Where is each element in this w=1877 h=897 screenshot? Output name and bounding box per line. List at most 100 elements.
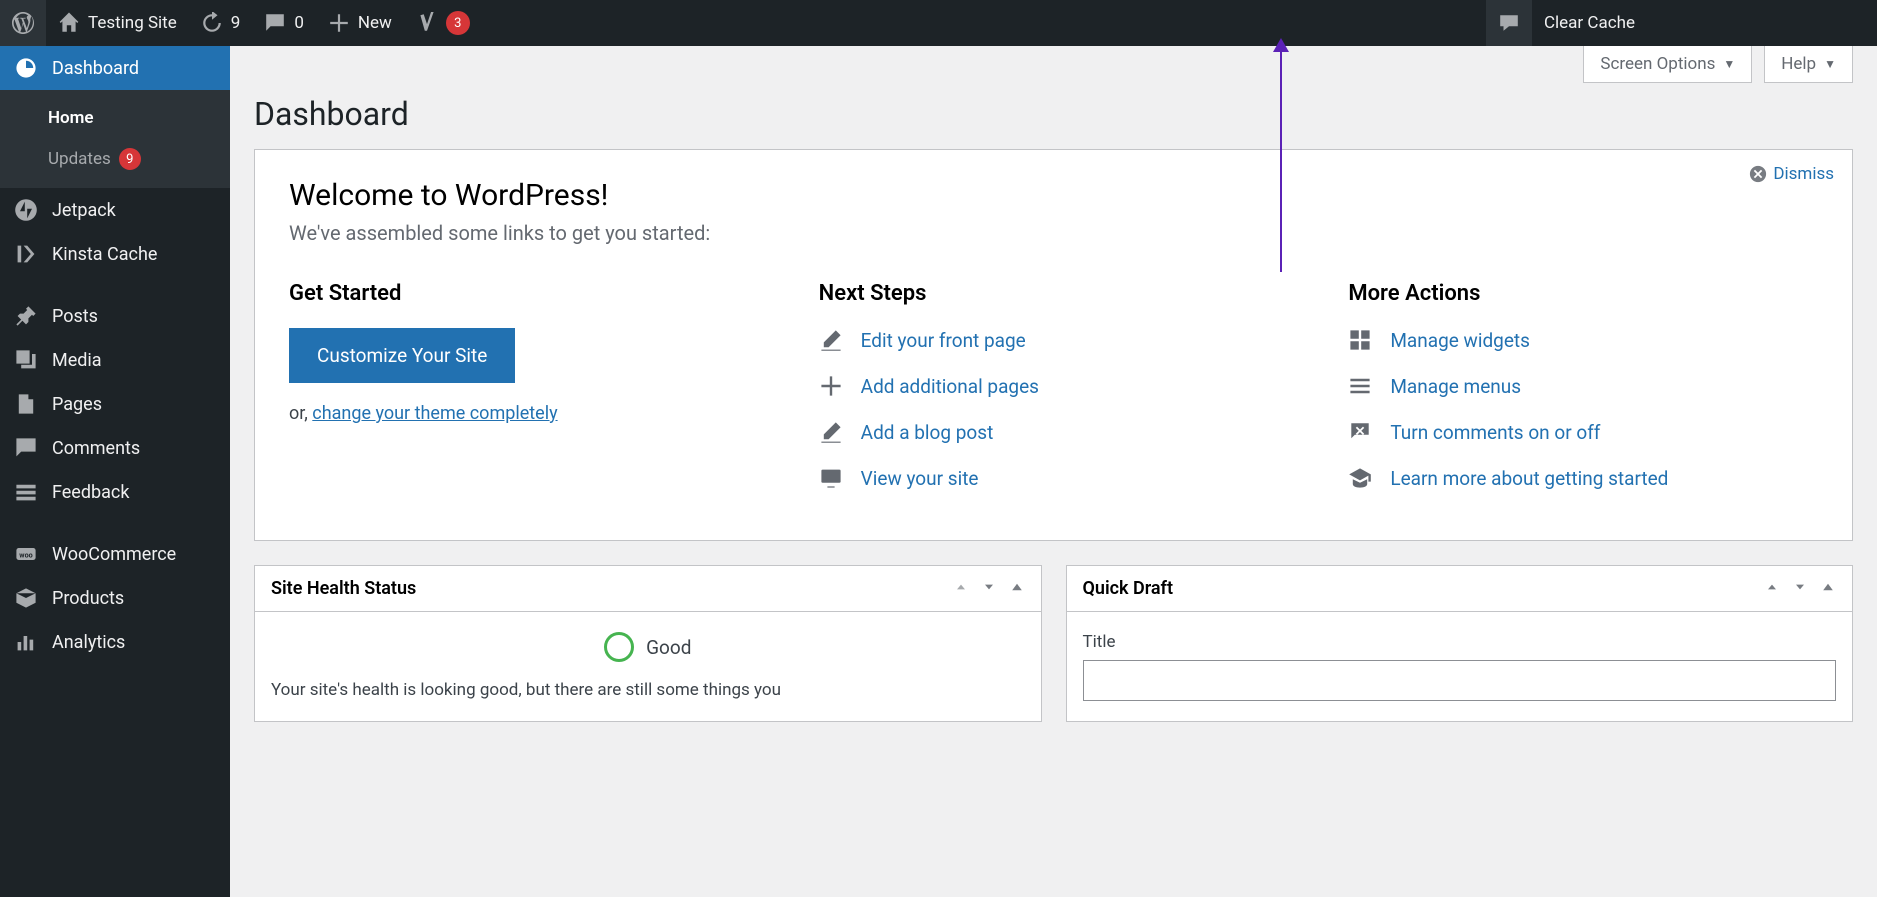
- help-tab[interactable]: Help ▼: [1764, 46, 1853, 83]
- toggle-button[interactable]: [1820, 579, 1836, 599]
- notification-menu[interactable]: [1486, 0, 1532, 46]
- clear-cache-button[interactable]: Clear Cache: [1532, 0, 1647, 46]
- screen-icon: [819, 466, 843, 490]
- admin-sidebar: Dashboard Home Updates 9 Jetpack Kinsta …: [0, 46, 230, 897]
- sidebar-item-dashboard[interactable]: Dashboard: [0, 46, 230, 90]
- jetpack-icon: [14, 198, 38, 222]
- arrow-annotation: [1280, 42, 1282, 272]
- wp-logo-menu[interactable]: [0, 0, 46, 46]
- dismiss-button[interactable]: Dismiss: [1749, 164, 1834, 184]
- sidebar-item-jetpack[interactable]: Jetpack: [0, 188, 230, 232]
- clear-cache-label: Clear Cache: [1544, 13, 1635, 33]
- sidebar-item-feedback[interactable]: Feedback: [0, 470, 230, 514]
- menu-icon: [1348, 374, 1372, 398]
- site-name-label: Testing Site: [88, 13, 177, 33]
- sidebar-item-analytics[interactable]: Analytics: [0, 620, 230, 664]
- yoast-icon: [416, 12, 438, 34]
- comment-icon: [264, 12, 286, 34]
- comments-icon: [14, 436, 38, 460]
- dashboard-icon: [14, 56, 38, 80]
- home-icon: [58, 12, 80, 34]
- feedback-icon: [14, 480, 38, 504]
- getstarted-heading: Get Started: [289, 281, 759, 306]
- link-add-pages[interactable]: Add additional pages: [819, 374, 1289, 398]
- chevron-up-icon: [1764, 579, 1780, 595]
- link-learn-more[interactable]: Learn more about getting started: [1348, 466, 1818, 490]
- yoast-badge: 3: [446, 11, 470, 35]
- sidebar-item-posts[interactable]: Posts: [0, 294, 230, 338]
- chevron-down-icon: [1792, 579, 1808, 595]
- chevron-down-icon: ▼: [1723, 57, 1735, 71]
- plus-icon: [328, 12, 350, 34]
- triangle-up-icon: [1009, 579, 1025, 595]
- site-health-widget: Site Health Status Good Your site's heal…: [254, 565, 1042, 722]
- analytics-icon: [14, 630, 38, 654]
- site-name-menu[interactable]: Testing Site: [46, 0, 189, 46]
- customize-site-button[interactable]: Customize Your Site: [289, 328, 515, 383]
- adminbar-left: Testing Site 9 0 New 3: [0, 0, 482, 46]
- link-add-blog-post[interactable]: Add a blog post: [819, 420, 1289, 444]
- quick-draft-title-label: Title: [1083, 632, 1837, 652]
- screen-options-tab[interactable]: Screen Options ▼: [1583, 46, 1752, 83]
- move-down-button[interactable]: [1792, 579, 1808, 599]
- svg-text:woo: woo: [19, 551, 32, 560]
- pages-icon: [14, 392, 38, 416]
- new-content-menu[interactable]: New: [316, 0, 404, 46]
- welcome-col-moreactions: More Actions Manage widgets Manage menus…: [1348, 281, 1818, 512]
- updates-badge: 9: [119, 148, 141, 170]
- updates-count-label: 9: [231, 13, 241, 33]
- welcome-title: Welcome to WordPress!: [289, 178, 1818, 213]
- change-theme-link[interactable]: change your theme completely: [312, 403, 557, 424]
- welcome-col-nextsteps: Next Steps Edit your front page Add addi…: [819, 281, 1289, 512]
- dashboard-submenu: Home Updates 9: [0, 90, 230, 188]
- sidebar-sub-updates[interactable]: Updates 9: [0, 138, 230, 180]
- admin-toolbar: Testing Site 9 0 New 3 Clear Cache: [0, 0, 1877, 46]
- sidebar-item-kinsta-cache[interactable]: Kinsta Cache: [0, 232, 230, 276]
- chevron-up-icon: [953, 579, 969, 595]
- updates-menu[interactable]: 9: [189, 0, 253, 46]
- plus-icon: [819, 374, 843, 398]
- move-down-button[interactable]: [981, 579, 997, 599]
- welcome-panel: Dismiss Welcome to WordPress! We've asse…: [254, 149, 1853, 541]
- widgets-icon: [1348, 328, 1372, 352]
- health-status-row: Good: [271, 632, 1025, 662]
- sidebar-item-products[interactable]: Products: [0, 576, 230, 620]
- welcome-col-getstarted: Get Started Customize Your Site or, chan…: [289, 281, 759, 512]
- triangle-up-icon: [1820, 579, 1836, 595]
- dismiss-icon: [1749, 165, 1767, 183]
- chevron-down-icon: [981, 579, 997, 595]
- quick-draft-title-input[interactable]: [1083, 660, 1837, 701]
- toggle-button[interactable]: [1009, 579, 1025, 599]
- adminbar-right: Clear Cache: [1486, 0, 1647, 46]
- refresh-icon: [201, 12, 223, 34]
- products-icon: [14, 586, 38, 610]
- quick-draft-widget: Quick Draft Title: [1066, 565, 1854, 722]
- sidebar-item-media[interactable]: Media: [0, 338, 230, 382]
- link-edit-front-page[interactable]: Edit your front page: [819, 328, 1289, 352]
- sidebar-item-pages[interactable]: Pages: [0, 382, 230, 426]
- health-text: Your site's health is looking good, but …: [271, 680, 1025, 700]
- dashboard-widgets: Site Health Status Good Your site's heal…: [254, 565, 1853, 722]
- media-icon: [14, 348, 38, 372]
- new-label: New: [358, 13, 392, 33]
- sidebar-item-comments[interactable]: Comments: [0, 426, 230, 470]
- graduation-icon: [1348, 466, 1372, 490]
- woo-icon: woo: [14, 542, 38, 566]
- sidebar-item-woocommerce[interactable]: woo WooCommerce: [0, 532, 230, 576]
- yoast-menu[interactable]: 3: [404, 0, 482, 46]
- move-up-button[interactable]: [1764, 579, 1780, 599]
- sidebar-sub-home[interactable]: Home: [0, 98, 230, 138]
- link-view-site[interactable]: View your site: [819, 466, 1289, 490]
- contextual-tabs: Screen Options ▼ Help ▼: [254, 46, 1853, 83]
- comments-menu[interactable]: 0: [252, 0, 316, 46]
- link-manage-menus[interactable]: Manage menus: [1348, 374, 1818, 398]
- kinsta-icon: [14, 242, 38, 266]
- quick-draft-title: Quick Draft: [1083, 578, 1174, 599]
- chevron-down-icon: ▼: [1824, 57, 1836, 71]
- write-icon: [819, 420, 843, 444]
- health-status-label: Good: [646, 636, 691, 659]
- link-comments-toggle[interactable]: Turn comments on or off: [1348, 420, 1818, 444]
- chat-icon: [1498, 12, 1520, 34]
- move-up-button[interactable]: [953, 579, 969, 599]
- link-manage-widgets[interactable]: Manage widgets: [1348, 328, 1818, 352]
